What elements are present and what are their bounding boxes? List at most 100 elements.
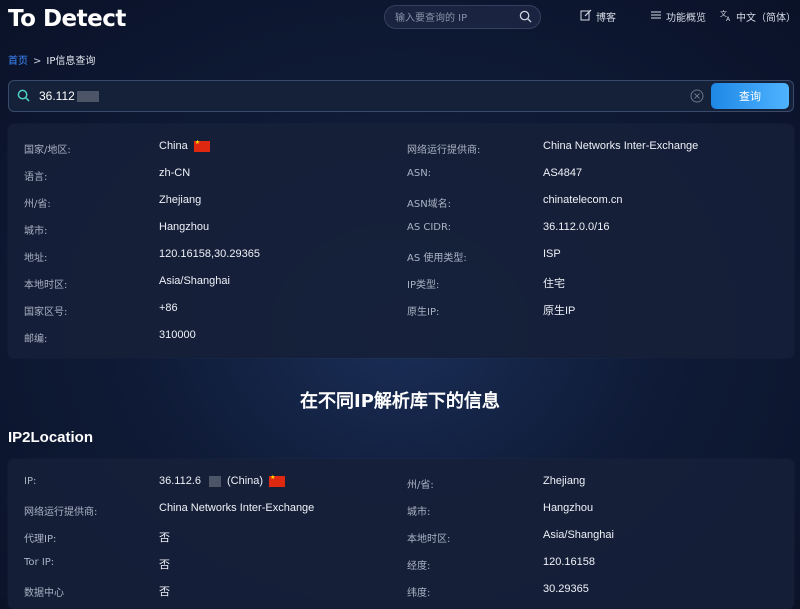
field-value-text: 住宅 <box>543 278 565 290</box>
redaction-mask <box>209 475 222 487</box>
field-value: Zhejiang <box>159 194 201 206</box>
field-value: Zhejiang <box>543 475 585 487</box>
field-label: 纬度: <box>407 588 431 599</box>
ip2location-title: IP2Location <box>8 429 94 446</box>
field-value-text: Zhejiang <box>543 475 586 487</box>
field-label: 城市: <box>407 507 431 518</box>
field-value: chinatelecom.cn <box>543 194 623 206</box>
clear-icon[interactable] <box>690 89 704 108</box>
field-value-text: Hangzhou <box>159 221 210 233</box>
field-label: 本地时区: <box>407 534 451 545</box>
logo[interactable]: To Detect <box>8 6 126 32</box>
field-value-text: +86 <box>159 302 178 314</box>
field-value: 住宅 <box>543 275 565 291</box>
field-value-text: 否 <box>159 586 170 598</box>
translate-icon: 文A <box>720 9 732 24</box>
china-flag-icon <box>269 474 286 487</box>
field-value: Hangzhou <box>543 502 593 514</box>
field-value-text: 36.112.6 <box>159 475 202 487</box>
ip-info-panel: 国家/地区: China 语言: zh-CN 州/省: Zhejiang 城市: Hangzh… <box>8 124 794 358</box>
nav-language-label: 中文（简体） <box>736 13 796 24</box>
header-search-input[interactable] <box>393 9 517 27</box>
field-value-text: China Networks Inter-Exchange <box>543 140 699 152</box>
field-value: China <box>159 139 210 152</box>
breadcrumb-separator: > <box>33 56 42 67</box>
nav-features-label: 功能概览 <box>666 13 706 24</box>
field-label: 州/省: <box>24 199 51 210</box>
field-label: AS CIDR: <box>407 222 452 233</box>
field-label: 代理IP: <box>24 534 57 545</box>
field-value: 36.112.6 (China) <box>159 474 286 487</box>
field-value: 原生IP <box>543 302 575 318</box>
field-value-text: China Networks Inter-Exchange <box>159 502 315 514</box>
field-value: 30.29365 <box>543 583 589 595</box>
field-label: 本地时区: <box>24 280 68 291</box>
breadcrumb-current: IP信息查询 <box>46 56 96 67</box>
field-value: AS4847 <box>543 167 582 179</box>
field-value-text: 否 <box>159 559 170 571</box>
section-title: 在不同IP解析库下的信息 <box>300 391 500 412</box>
svg-text:A: A <box>726 16 731 21</box>
field-value-text: 否 <box>159 532 170 544</box>
field-value: 否 <box>159 556 170 572</box>
field-label: AS 使用类型: <box>407 253 467 264</box>
field-value-text: chinatelecom.cn <box>543 194 623 206</box>
redaction-mask <box>76 90 99 102</box>
field-label: 地址: <box>24 253 48 264</box>
query-button[interactable]: 查询 <box>711 83 789 109</box>
field-label: 邮编: <box>24 334 48 345</box>
breadcrumb-home[interactable]: 首页 <box>8 56 28 67</box>
field-value: Asia/Shanghai <box>159 275 230 287</box>
field-value-text: 30.29365 <box>543 583 589 595</box>
search-icon[interactable] <box>519 10 532 28</box>
field-value-text: 原生IP <box>543 305 576 317</box>
field-label: 国家/地区: <box>24 145 71 156</box>
field-value-text: zh-CN <box>159 167 191 179</box>
field-label: ASN域名: <box>407 199 452 210</box>
nav-features[interactable]: 功能概览 <box>650 9 706 24</box>
field-label: IP类型: <box>407 280 440 291</box>
field-label: 网络运行提供商: <box>407 145 481 156</box>
field-value-text: AS4847 <box>543 167 583 179</box>
field-value-text: 120.16158,30.29365 <box>159 248 260 260</box>
breadcrumb: 首页 > IP信息查询 <box>8 52 95 67</box>
field-value-text: Zhejiang <box>159 194 202 206</box>
menu-icon <box>650 9 662 24</box>
field-value: Asia/Shanghai <box>543 529 614 541</box>
nav-language[interactable]: 文A 中文（简体） <box>720 9 796 24</box>
field-label: Tor IP: <box>24 557 55 568</box>
field-value: China Networks Inter-Exchange <box>543 140 698 152</box>
field-value: 否 <box>159 529 170 545</box>
china-flag-icon <box>193 139 210 152</box>
ip-search-input[interactable]: 36.112 <box>39 89 99 103</box>
ip-search-bar[interactable]: 36.112 查询 <box>8 80 794 112</box>
field-value: zh-CN <box>159 167 190 179</box>
field-value: ISP <box>543 248 561 260</box>
field-value: China Networks Inter-Exchange <box>159 502 314 514</box>
field-value: 36.112.0.0/16 <box>543 221 609 233</box>
field-label: 州/省: <box>407 480 434 491</box>
field-value-text: Asia/Shanghai <box>543 529 614 541</box>
nav-blog[interactable]: 博客 <box>580 9 616 24</box>
field-value-suffix: (China) <box>227 475 264 487</box>
search-icon <box>17 89 30 107</box>
field-value-text: Asia/Shanghai <box>159 275 230 287</box>
field-value-text: 310000 <box>159 329 196 341</box>
edit-icon <box>580 9 592 24</box>
field-label: ASN: <box>407 168 432 179</box>
field-value: 120.16158,30.29365 <box>159 248 260 260</box>
field-value-text: China <box>159 140 188 152</box>
field-label: 城市: <box>24 226 48 237</box>
field-label: 国家区号: <box>24 307 68 318</box>
field-value: Hangzhou <box>159 221 209 233</box>
field-value: 310000 <box>159 329 196 341</box>
field-value: +86 <box>159 302 178 314</box>
field-label: 语言: <box>24 172 48 183</box>
field-value-text: ISP <box>543 248 561 260</box>
field-value-text: Hangzhou <box>543 502 594 514</box>
field-value-text: 36.112.0.0/16 <box>543 221 610 233</box>
field-label: 经度: <box>407 561 431 572</box>
field-value: 否 <box>159 583 170 599</box>
field-label: IP: <box>24 476 37 487</box>
header-search[interactable] <box>384 5 541 29</box>
